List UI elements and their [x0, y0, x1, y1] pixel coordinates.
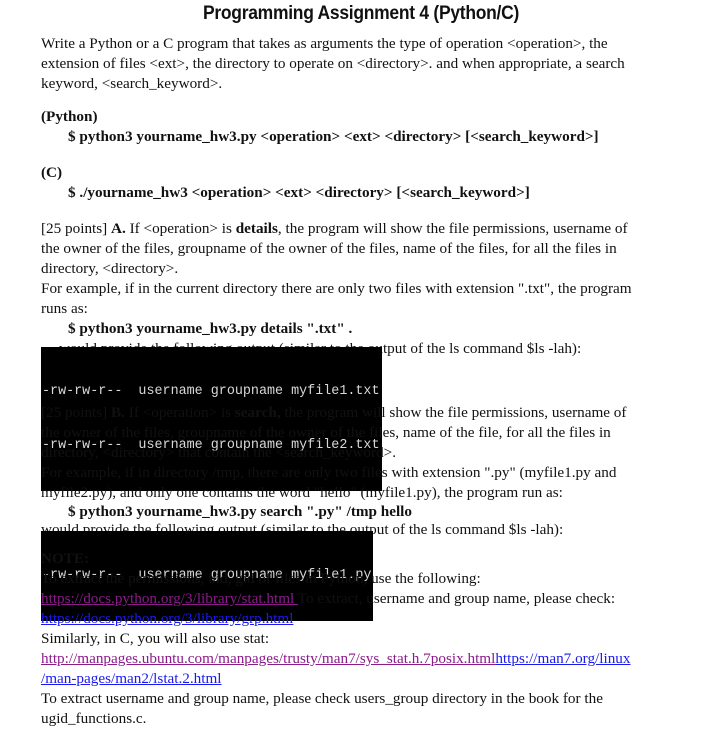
- note-line: To extract username and group name, plea…: [41, 690, 603, 707]
- python-usage-command: $ python3 yourname_hw3.py <operation> <e…: [68, 128, 599, 145]
- part-b-text: If <operation> is: [124, 404, 235, 421]
- part-a-line1: [25 points] A. If <operation> is details…: [41, 219, 691, 239]
- note-line6: /man-pages/man2/lstat.2.html: [41, 669, 691, 689]
- part-a-line: directory, <directory>.: [41, 260, 179, 277]
- note-section: NOTE: To extract the permissions, uid, g…: [41, 549, 691, 729]
- intro-line: extension of files <ext>, the directory …: [41, 55, 625, 72]
- part-b-keyword: search,: [234, 404, 281, 421]
- note-line: ugid_functions.c.: [41, 710, 147, 727]
- part-b-line: directory, <directory> that contain the …: [41, 444, 397, 461]
- part-a-text: If <operation> is: [125, 220, 236, 237]
- note-text: To extract, username and group name, ple…: [297, 590, 616, 607]
- part-a-line: For example, if in the current directory…: [41, 280, 632, 297]
- python-usage-label: (Python): [41, 108, 98, 125]
- part-a-command: $ python3 yourname_hw3.py details ".txt"…: [68, 320, 353, 337]
- python-stat-link[interactable]: https://docs.python.org/3/library/stat.h…: [41, 590, 298, 607]
- note-line5: http://manpages.ubuntu.com/manpages/trus…: [41, 649, 691, 669]
- intro-paragraph: Write a Python or a C program that takes…: [41, 34, 691, 94]
- ubuntu-manpage-link[interactable]: http://manpages.ubuntu.com/manpages/trus…: [41, 650, 495, 667]
- part-a-line: runs as:: [41, 300, 88, 317]
- part-b-line: myfile2.py), and only one contains the w…: [41, 484, 563, 501]
- part-a-keyword: details: [235, 220, 278, 237]
- python-grp-link[interactable]: https://docs.python.org/3/library/grp.ht…: [41, 610, 293, 627]
- note-heading: NOTE:: [41, 550, 90, 567]
- note-line: To extract the permissions, uid, gid of …: [41, 570, 481, 587]
- man7-lstat-link[interactable]: https://man7.org/linux: [495, 650, 630, 667]
- part-b-line: the owner of the files, groupname of the…: [41, 424, 611, 441]
- c-usage-label: (C): [41, 164, 63, 181]
- part-a-line: the owner of the files, groupname of the…: [41, 240, 617, 257]
- part-b-command: $ python3 yourname_hw3.py search ".py" /…: [68, 503, 412, 520]
- terminal-line: -rw-rw-r-- username groupname myfile1.tx…: [42, 384, 380, 399]
- part-a-letter: A.: [111, 220, 126, 237]
- part-b-section: [25 points] B. If <operation> is search,…: [41, 403, 691, 539]
- c-usage-command: $ ./yourname_hw3 <operation> <ext> <dire…: [68, 184, 530, 201]
- intro-line: Write a Python or a C program that takes…: [41, 35, 608, 52]
- part-b-line1: [25 points] B. If <operation> is search,…: [41, 403, 691, 423]
- part-b-points: [25 points]: [41, 404, 112, 421]
- part-a-points: [25 points]: [41, 220, 112, 237]
- intro-line: keyword, <search_keyword>.: [41, 75, 223, 92]
- part-b-line: For example, if in directory /tmp, there…: [41, 464, 617, 481]
- man7-lstat-link-continued[interactable]: /man-pages/man2/lstat.2.html: [41, 670, 222, 687]
- part-b-text-rest: the program will show the file permissio…: [280, 404, 627, 421]
- part-b-letter: B.: [111, 404, 125, 421]
- note-line: Similarly, in C, you will also use stat:: [41, 630, 270, 647]
- note-line3: https://docs.python.org/3/library/grp.ht…: [41, 609, 691, 629]
- part-a-section: [25 points] A. If <operation> is details…: [41, 219, 691, 359]
- page-title: Programming Assignment 4 (Python/C): [202, 3, 520, 24]
- part-a-text-rest: , the program will show the file permiss…: [277, 220, 628, 237]
- note-line2: https://docs.python.org/3/library/stat.h…: [41, 589, 691, 609]
